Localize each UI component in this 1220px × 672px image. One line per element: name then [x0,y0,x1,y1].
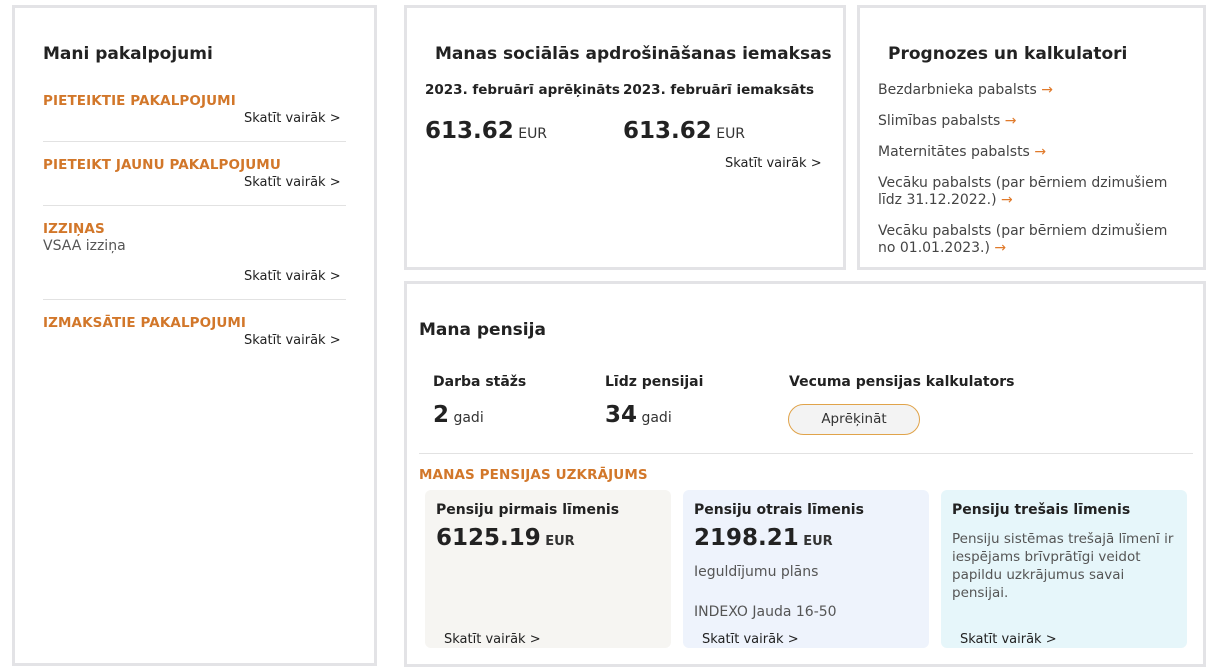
calc-link-label: Maternitātes pabalsts [878,144,1030,160]
tier-2-value: 2198.21 [694,525,799,551]
investment-plan-label: Ieguldījumu plāns [694,564,819,580]
tier-2-title: Pensiju otrais līmenis [694,502,864,518]
divider [43,141,346,142]
services-certificates-more-link[interactable]: Skatīt vairāk > [244,269,341,284]
divider [419,453,1193,454]
services-paid-link[interactable]: IZMAKSĀTIE PAKALPOJUMI [43,315,246,331]
tier-3-more-link[interactable]: Skatīt vairāk > [960,632,1057,647]
investment-plan-name: INDEXO Jauda 16-50 [694,604,837,620]
currency-label: EUR [803,534,833,549]
services-paid-more-link[interactable]: Skatīt vairāk > [244,333,341,348]
services-submitted-more-link[interactable]: Skatīt vairāk > [244,111,341,126]
arrow-right-icon: → [1004,113,1017,129]
tier-2-more-link[interactable]: Skatīt vairāk > [702,632,799,647]
pension-card: Mana pensija Darba stāžs 2 gadi Līdz pen… [404,281,1206,667]
work-experience-amount: 2 gadi [433,402,484,428]
social-title: Manas sociālās apdrošināšanas iemaksas [435,44,832,64]
services-new-link[interactable]: PIETEIKT JAUNU PAKALPOJUMU [43,157,281,173]
calc-link-unemployment[interactable]: Bezdarbnieka pabalsts → [878,82,1053,99]
tier-2-amount: 2198.21 EUR [694,525,833,551]
tier-1-more-link[interactable]: Skatīt vairāk > [444,632,541,647]
calculators-card: Prognozes un kalkulatori Bezdarbnieka pa… [857,5,1206,270]
services-certificate-vsaa: VSAA izziņa [43,238,126,254]
tier-3-title: Pensiju trešais līmenis [952,502,1131,518]
until-pension-label: Līdz pensijai [605,374,704,390]
pension-calculator-label: Vecuma pensijas kalkulators [789,374,1015,390]
until-pension-amount: 34 gadi [605,402,672,428]
work-experience-label: Darba stāžs [433,374,527,390]
social-paid-amount: 613.62 EUR [623,118,745,144]
pension-tier-3-card: Pensiju trešais līmenis Pensiju sistēmas… [941,490,1187,648]
social-insurance-card: Manas sociālās apdrošināšanas iemaksas 2… [404,5,846,270]
calc-link-parental-2023[interactable]: Vecāku pabalsts (par bērniem dzimušiem n… [878,223,1167,257]
arrow-right-icon: → [994,240,1007,256]
services-submitted-link[interactable]: PIETEIKTIE PAKALPOJUMI [43,93,236,109]
pension-title: Mana pensija [419,320,546,340]
calculators-title: Prognozes un kalkulatori [888,44,1128,64]
services-card: Mani pakalpojumi PIETEIKTIE PAKALPOJUMI … [12,5,377,666]
calculate-button[interactable]: Aprēķināt [788,404,920,435]
currency-label: EUR [518,126,548,142]
tier-3-description: Pensiju sistēmas trešajā līmenī ir iespē… [952,531,1174,601]
divider [43,299,346,300]
until-pension-value: 34 [605,402,638,428]
tier-1-value: 6125.19 [436,525,541,551]
calc-link-label: Slimības pabalsts [878,113,1001,129]
calc-link-maternity[interactable]: Maternitātes pabalsts → [878,144,1046,161]
calc-link-label: Vecāku pabalsts (par bērniem dzimušiem [878,223,1168,239]
social-calculated-amount: 613.62 EUR [425,118,547,144]
pension-tier-1-card: Pensiju pirmais līmenis 6125.19 EUR Skat… [425,490,671,648]
tier-1-amount: 6125.19 EUR [436,525,575,551]
years-unit: gadi [453,410,484,426]
calc-link-label: Vecāku pabalsts (par bērniem dzimušiem [878,175,1168,191]
tier-1-title: Pensiju pirmais līmenis [436,502,620,518]
services-certificates-link[interactable]: IZZIŅAS [43,221,105,237]
services-title: Mani pakalpojumi [43,44,213,64]
divider [43,205,346,206]
pension-tier-2-card: Pensiju otrais līmenis 2198.21 EUR Iegul… [683,490,929,648]
work-experience-value: 2 [433,402,450,428]
currency-label: EUR [716,126,746,142]
social-calculated-value: 613.62 [425,118,514,144]
social-paid-label: 2023. februārī iemaksāts [623,82,815,98]
arrow-right-icon: → [1001,192,1013,208]
pension-savings-heading: MANAS PENSIJAS UZKRĀJUMS [419,467,648,483]
currency-label: EUR [545,534,575,549]
calc-link-label: Bezdarbnieka pabalsts [878,82,1037,98]
social-more-link[interactable]: Skatīt vairāk > [725,156,822,171]
arrow-right-icon: → [1041,82,1054,98]
calc-link-label: no 01.01.2023.) [878,240,990,256]
years-unit: gadi [641,410,672,426]
services-new-more-link[interactable]: Skatīt vairāk > [244,175,341,190]
calc-link-sickness[interactable]: Slimības pabalsts → [878,113,1017,130]
social-paid-value: 613.62 [623,118,712,144]
calc-link-parental-2022[interactable]: Vecāku pabalsts (par bērniem dzimušiem l… [878,175,1167,209]
arrow-right-icon: → [1034,144,1047,160]
social-calculated-label: 2023. februārī aprēķināts [425,82,620,98]
calc-link-label: līdz 31.12.2022.) [878,192,997,208]
